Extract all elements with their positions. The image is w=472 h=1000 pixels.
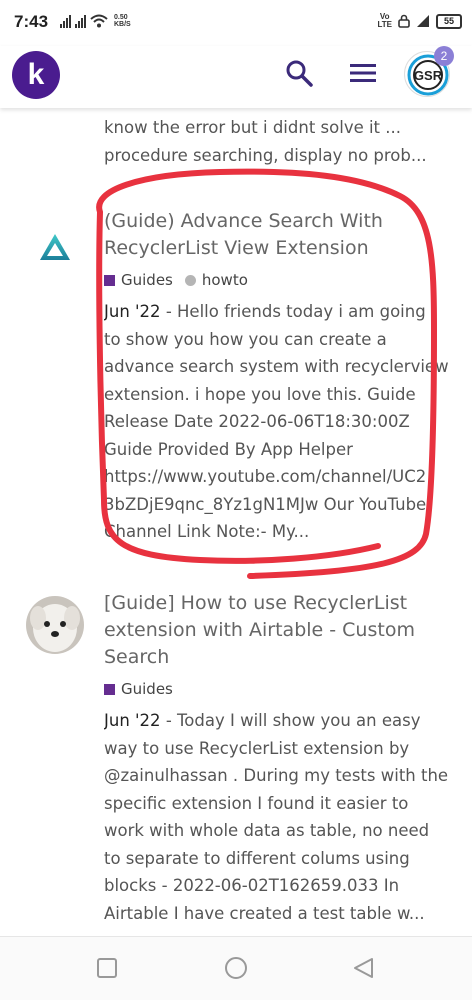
recent-apps-button[interactable] (96, 957, 118, 979)
category-badge[interactable]: Guides (104, 680, 173, 698)
hamburger-menu-icon[interactable] (348, 60, 378, 86)
post-excerpt: Jun '22 - Hello friends today i am going… (104, 298, 450, 546)
excerpt-line: Airtable I have created a test table w..… (104, 903, 425, 923)
excerpt-line: Channel Link Note:- My... (104, 522, 310, 541)
status-time: 7:43 (14, 12, 49, 31)
lock-icon (398, 14, 410, 28)
android-nav-bar (0, 936, 472, 1000)
excerpt-line: blocks - 2022-06-02T162659.033 In (104, 876, 400, 895)
post-body: (Guide) Advance Search With RecyclerList… (104, 208, 450, 546)
excerpt-line: procedure searching, display no prob... (104, 145, 427, 165)
wifi-icon (90, 14, 108, 28)
tag-dot-icon (184, 274, 196, 286)
excerpt-line: Release Date 2022-06-06T18:30:00Z (104, 412, 410, 431)
excerpt-line: extension. i hope you love this. Guide (104, 384, 416, 404)
post-excerpt: Jun '22 - Today I will show you an easy … (104, 707, 450, 927)
site-logo[interactable]: k (12, 51, 60, 99)
post-title[interactable]: [Guide] How to use RecyclerList extensio… (104, 590, 450, 671)
signal-icon (60, 14, 71, 28)
status-indicators: 0.50 KB/S (60, 14, 131, 28)
excerpt-line: Guide Provided By App Helper (104, 439, 353, 459)
excerpt-line: specific extension I found it easier to (104, 793, 409, 813)
logo-letter: k (27, 58, 45, 91)
post-body: [Guide] How to use RecyclerList extensio… (104, 590, 450, 927)
category-badge[interactable]: Guides (104, 271, 173, 289)
post-date: Jun '22 (104, 711, 161, 730)
excerpt-line: https://www.youtube.com/channel/UC2 (104, 467, 427, 486)
post-title[interactable]: (Guide) Advance Search With RecyclerList… (104, 208, 450, 262)
category-square-icon (104, 683, 115, 695)
previous-post-excerpt: know the error but i didnt solve it ... … (104, 114, 450, 169)
excerpt-line: know the error but i didnt solve it ... (104, 118, 402, 137)
volte-bottom: LTE (377, 20, 392, 29)
title-line[interactable]: (Guide) Advance Search With (104, 208, 450, 235)
status-right: Vo LTE 55 (377, 13, 462, 29)
avatar-text: GSR (414, 68, 443, 83)
excerpt-line: work with whole data as table, no need (104, 821, 430, 840)
status-bar: 7:43 0.50 KB/S Vo LTE 55 (0, 0, 472, 46)
category-square-icon (104, 274, 115, 286)
search-icon[interactable] (284, 58, 314, 88)
category-label: Guides (121, 680, 173, 698)
back-button[interactable] (352, 957, 376, 981)
signal-triangle-icon (417, 15, 429, 27)
topic-list: know the error but i didnt solve it ... … (0, 108, 472, 936)
post-tags: Guides howto (104, 270, 450, 290)
notification-badge[interactable]: 2 (434, 46, 454, 66)
author-avatar[interactable] (26, 218, 84, 276)
post-tags: Guides (104, 679, 450, 699)
volte-indicator: Vo LTE (377, 13, 392, 29)
title-line[interactable]: Search (104, 644, 450, 671)
signal-2-icon (75, 14, 86, 28)
excerpt-first: - Today I will show you an easy (165, 711, 421, 730)
excerpt-line: way to use RecyclerList extension by (104, 738, 410, 758)
excerpt-line: to separate to different colums using (104, 848, 410, 868)
excerpt-line: to show you how you can create a (104, 329, 387, 349)
title-line[interactable]: [Guide] How to use RecyclerList (104, 590, 450, 617)
tag-badge[interactable]: howto (184, 271, 248, 289)
excerpt-first: - Hello friends today i am going (165, 302, 426, 321)
excerpt-line: advance search system with recyclerview (104, 357, 449, 376)
speed-value: 0.50 (114, 14, 128, 21)
excerpt-line: Jun '22 - Today I will show you an easy (104, 707, 450, 735)
category-label: Guides (121, 271, 173, 289)
home-button[interactable] (223, 957, 249, 983)
title-line[interactable]: extension with Airtable - Custom (104, 617, 450, 644)
tag-label: howto (201, 271, 248, 289)
excerpt-line: 3bZDjE9qnc_8Yz1gN1MJw Our YouTube (104, 494, 427, 514)
app-header: k GSR 2 (0, 46, 472, 108)
excerpt-line: Jun '22 - Hello friends today i am going (104, 298, 450, 326)
title-line[interactable]: RecyclerList View Extension (104, 235, 450, 262)
excerpt-line: @zainulhassan . During my tests with the (104, 766, 449, 785)
speed-unit: KB/S (114, 21, 131, 28)
post-date: Jun '22 (104, 302, 161, 321)
author-avatar[interactable] (26, 596, 84, 654)
network-speed: 0.50 KB/S (114, 14, 131, 28)
battery-icon: 55 (436, 13, 462, 29)
